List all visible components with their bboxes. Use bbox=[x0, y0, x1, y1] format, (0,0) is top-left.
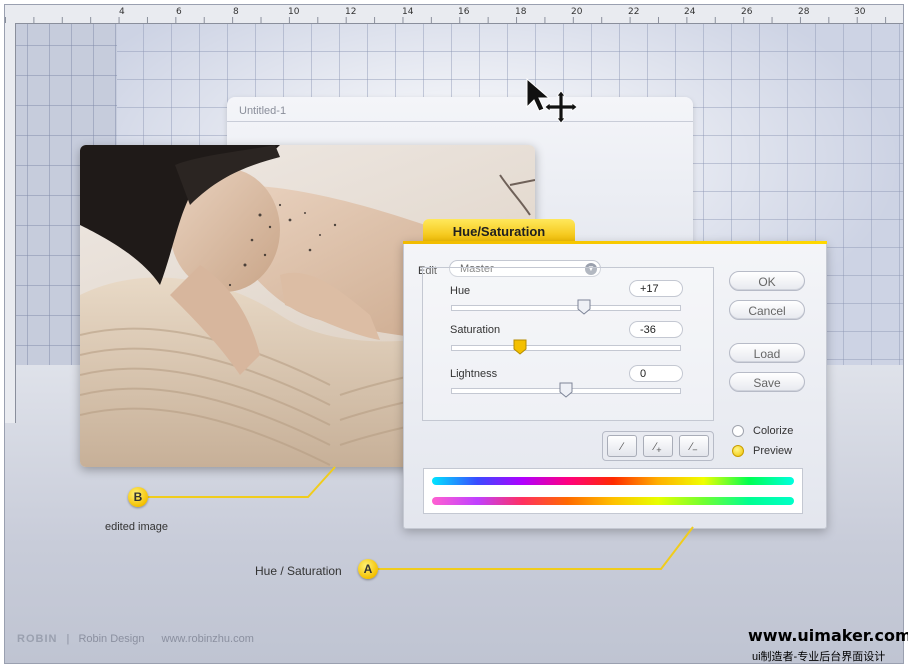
footer-url[interactable]: www.robinzhu.com bbox=[162, 633, 254, 645]
watermark-subtitle: ui制造者-专业后台界面设计 bbox=[752, 651, 886, 663]
footer-separator: | bbox=[66, 633, 70, 645]
footer-logo: ROBIN bbox=[17, 633, 58, 645]
callout-b-badge: B bbox=[128, 487, 148, 507]
callout-a-caption: Hue / Saturation bbox=[255, 564, 342, 578]
callout-b-caption: edited image bbox=[105, 521, 168, 533]
move-cursor-icon bbox=[526, 77, 578, 124]
callout-a-line bbox=[378, 526, 694, 570]
footer-company: Robin Design bbox=[78, 633, 145, 645]
callout-lines bbox=[148, 466, 694, 570]
watermark-site: www.uimaker.com bbox=[748, 626, 908, 645]
callout-b-line bbox=[148, 466, 336, 498]
canvas-frame: 4 6 8 10 12 14 16 18 20 22 24 26 28 30 U… bbox=[4, 4, 904, 664]
footer: ROBIN | Robin Design www.robinzhu.com bbox=[17, 633, 254, 645]
callout-a-badge: A bbox=[358, 559, 378, 579]
